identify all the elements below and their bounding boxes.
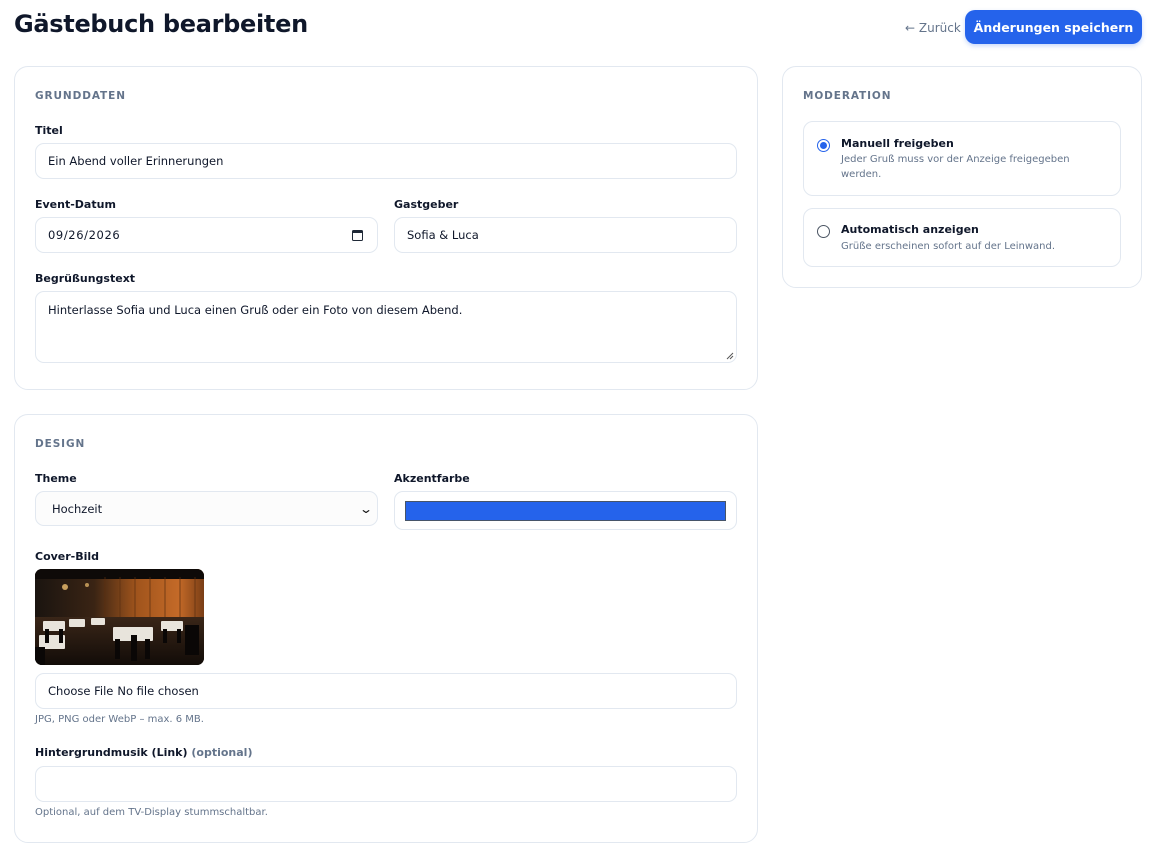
cover-image <box>35 569 204 665</box>
title-label: Titel <box>35 124 63 137</box>
manual-option-title: Manuell freigeben <box>841 137 954 150</box>
file-status: No file chosen <box>117 684 199 698</box>
cover-file-input[interactable]: Choose File No file chosen <box>35 673 737 709</box>
basics-section-title: GRUNDDATEN <box>35 90 126 102</box>
auto-option-description: Grüße erscheinen sofort auf der Leinwand… <box>841 241 1056 252</box>
back-link[interactable]: ← Zurück <box>905 21 961 35</box>
theme-label: Theme <box>35 472 77 485</box>
page-title: Gästebuch bearbeiten <box>14 10 308 38</box>
date-label: Event-Datum <box>35 198 116 211</box>
host-input[interactable]: Sofia & Luca <box>394 217 737 253</box>
accent-label: Akzentfarbe <box>394 472 470 485</box>
cover-image-restaurant-photo <box>35 569 204 665</box>
theme-select[interactable]: Hochzeit ⌄ <box>35 491 378 526</box>
host-input-value: Sofia & Luca <box>407 228 479 242</box>
calendar-icon[interactable] <box>352 230 363 241</box>
welcome-textarea[interactable]: Hinterlasse Sofia und Luca einen Gruß od… <box>35 291 737 363</box>
file-hint: JPG, PNG oder WebP – max. 6 MB. <box>35 714 204 725</box>
theme-select-value: Hochzeit <box>52 501 103 516</box>
accent-color-swatch <box>405 501 726 521</box>
date-input-value: 09/26/2026 <box>48 228 121 242</box>
music-optional-tag: (optional) <box>191 746 253 759</box>
manual-option-description: Jeder Gruß muss vor der Anzeige freigege… <box>841 154 1070 180</box>
cover-label: Cover-Bild <box>35 550 100 563</box>
resize-handle-icon[interactable] <box>726 352 734 360</box>
moderation-section-title: MODERATION <box>803 90 892 102</box>
save-button[interactable]: Änderungen speichern <box>965 10 1142 44</box>
accent-color-picker[interactable] <box>394 491 737 530</box>
date-input[interactable]: 09/26/2026 <box>35 217 378 253</box>
music-label-text: Hintergrundmusik (Link) <box>35 746 188 759</box>
music-label: Hintergrundmusik (Link) (optional) <box>35 746 252 759</box>
auto-option-title: Automatisch anzeigen <box>841 223 979 236</box>
design-section-title: DESIGN <box>35 438 86 450</box>
moderation-option-manual[interactable]: Manuell freigeben Jeder Gruß muss vor de… <box>803 121 1121 196</box>
moderation-option-auto[interactable]: Automatisch anzeigen Grüße erscheinen so… <box>803 208 1121 267</box>
music-link-input[interactable] <box>35 766 737 802</box>
music-hint: Optional, auf dem TV-Display stummschalt… <box>35 807 268 818</box>
title-input-value: Ein Abend voller Erinnerungen <box>48 154 224 168</box>
welcome-textarea-value: Hinterlasse Sofia und Luca einen Gruß od… <box>48 303 463 317</box>
title-input[interactable]: Ein Abend voller Erinnerungen <box>35 143 737 179</box>
choose-file-button[interactable]: Choose File <box>48 684 113 698</box>
welcome-label: Begrüßungstext <box>35 272 136 285</box>
auto-radio[interactable] <box>817 225 830 238</box>
manual-radio[interactable] <box>817 139 830 152</box>
host-label: Gastgeber <box>394 198 459 211</box>
chevron-down-icon: ⌄ <box>358 502 374 516</box>
